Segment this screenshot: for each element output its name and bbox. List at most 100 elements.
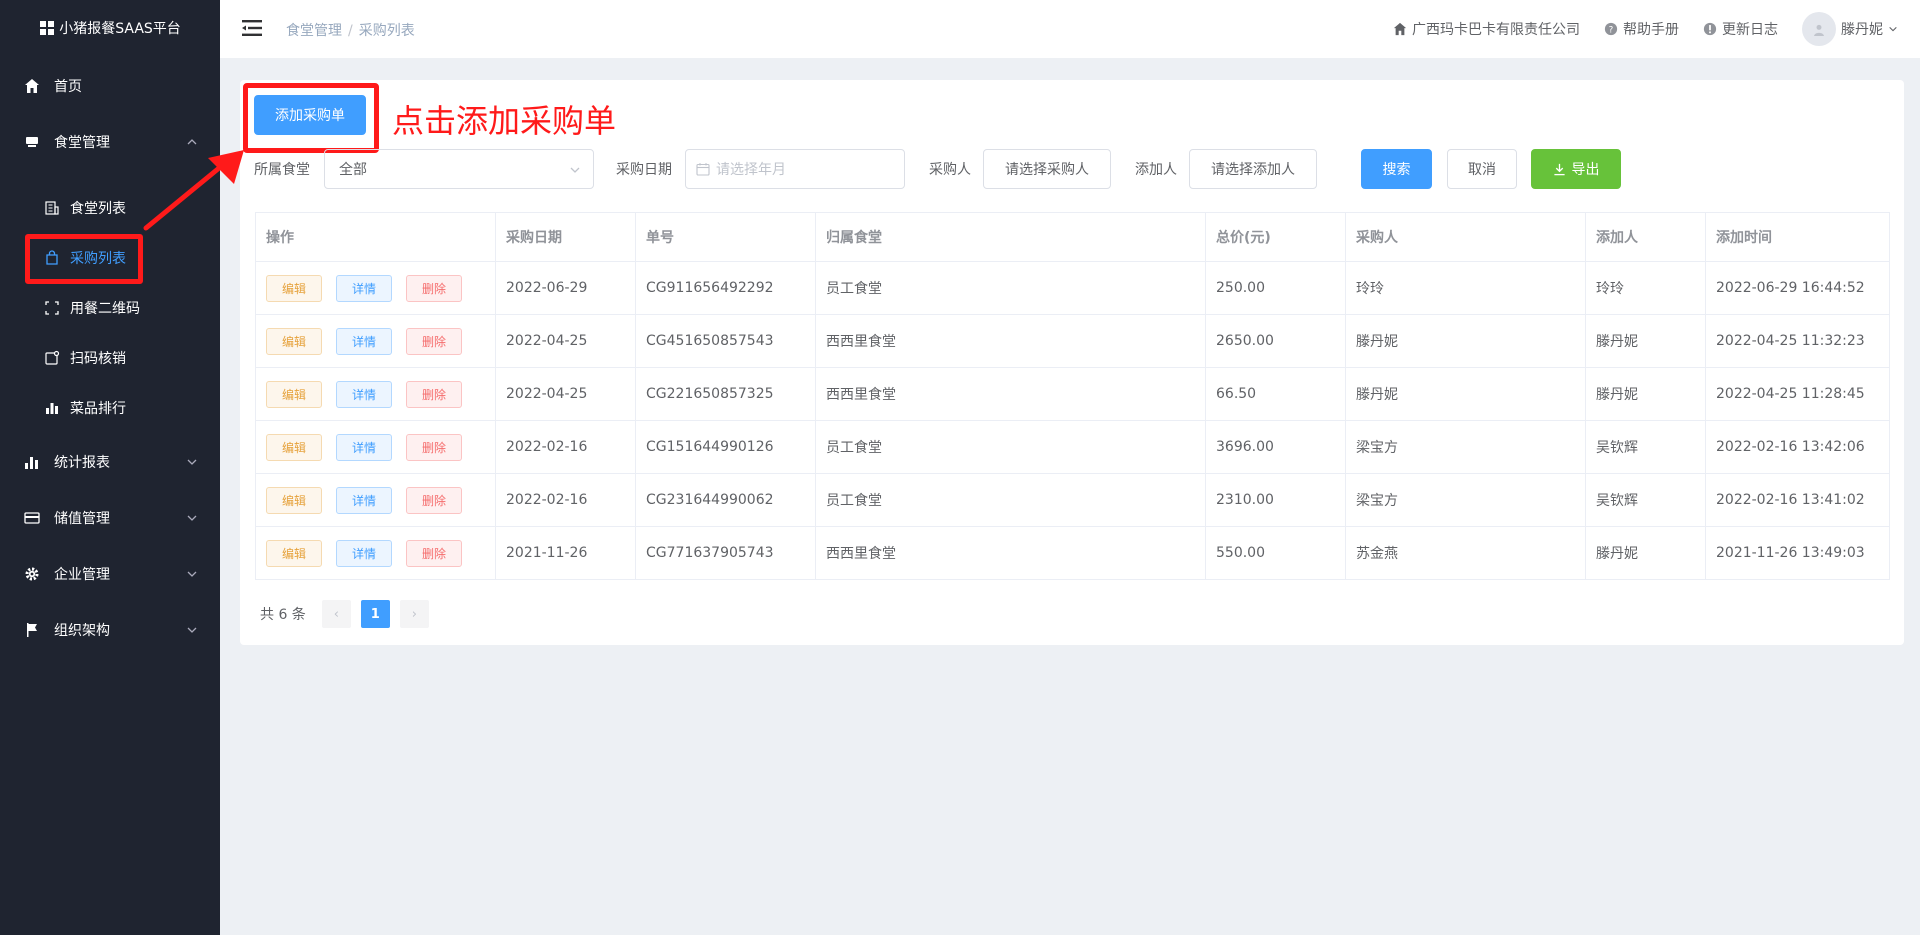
delete-button[interactable]: 删除 xyxy=(406,327,462,355)
card-icon xyxy=(24,510,40,526)
cell-canteen: 西西里食堂 xyxy=(815,526,1206,580)
chevron-down-icon xyxy=(187,459,197,465)
sidebar-item-canteen-management[interactable]: 食堂管理 xyxy=(0,114,220,170)
delete-button[interactable]: 删除 xyxy=(406,380,462,408)
canteen-select[interactable]: 全部 xyxy=(324,149,594,189)
cell-order-no: CG231644990062 xyxy=(635,473,816,527)
help-manual-link[interactable]: ? 帮助手册 xyxy=(1604,19,1679,39)
select-adder-button[interactable]: 请选择添加人 xyxy=(1189,149,1317,189)
cell-canteen: 员工食堂 xyxy=(815,261,1206,315)
detail-button[interactable]: 详情 xyxy=(336,539,392,567)
purchase-month-picker[interactable]: 请选择年月 xyxy=(685,149,905,189)
chevron-down-icon xyxy=(570,167,580,173)
export-button[interactable]: 导出 xyxy=(1531,149,1621,189)
chevron-down-icon xyxy=(187,571,197,577)
cell-order-no: CG771637905743 xyxy=(635,526,816,580)
sidebar-item-home[interactable]: 首页 xyxy=(0,58,220,114)
cell-canteen: 员工食堂 xyxy=(815,473,1206,527)
column-header: 总价(元) xyxy=(1205,212,1346,262)
cell-adder: 滕丹妮 xyxy=(1585,314,1706,368)
sidebar: 小猪报餐SAAS平台 首页 食堂管理 食堂列表 采购列表 用餐二维码 扫码核销 … xyxy=(0,0,220,935)
sidebar-item-meal-qrcode[interactable]: 用餐二维码 xyxy=(0,283,220,333)
sidebar-item-enterprise[interactable]: 企业管理 xyxy=(0,546,220,602)
edit-button[interactable]: 编辑 xyxy=(266,486,322,514)
breadcrumb-item-current: 采购列表 xyxy=(358,23,415,39)
header-actions: 广西玛卡巴卡有限责任公司 ? 帮助手册 更新日志 滕丹妮 xyxy=(1393,0,1898,58)
edit-button[interactable]: 编辑 xyxy=(266,539,322,567)
sidebar-item-scan-verify[interactable]: 扫码核销 xyxy=(0,333,220,383)
export-label: 导出 xyxy=(1571,162,1600,178)
company-switcher[interactable]: 广西玛卡巴卡有限责任公司 xyxy=(1393,19,1580,39)
purchase-month-placeholder: 请选择年月 xyxy=(716,162,786,178)
cell-added-time: 2022-04-25 11:32:23 xyxy=(1705,314,1890,368)
prev-page-button[interactable]: ‹ xyxy=(321,600,351,628)
edit-button[interactable]: 编辑 xyxy=(266,380,322,408)
info-circle-icon xyxy=(1703,22,1717,36)
table-header-row: 操作 采购日期 单号 归属食堂 总价(元) 采购人 添加人 添加时间 xyxy=(255,212,1890,262)
cell-adder: 吴钦辉 xyxy=(1585,473,1706,527)
detail-button[interactable]: 详情 xyxy=(336,327,392,355)
detail-button[interactable]: 详情 xyxy=(336,274,392,302)
grid-logo-icon xyxy=(40,21,55,35)
edit-button[interactable]: 编辑 xyxy=(266,433,322,461)
canteen-icon xyxy=(24,134,40,150)
cell-date: 2022-06-29 xyxy=(495,261,636,315)
sidebar-item-organization[interactable]: 组织架构 xyxy=(0,602,220,658)
chevron-up-icon xyxy=(187,139,197,145)
column-header: 采购日期 xyxy=(495,212,636,262)
cell-total: 550.00 xyxy=(1205,526,1346,580)
action-cell: 编辑 详情 删除 xyxy=(255,261,496,315)
top-header: 食堂管理 / 采购列表 广西玛卡巴卡有限责任公司 ? 帮助手册 更新日志 滕丹妮 xyxy=(220,0,1920,58)
search-button[interactable]: 搜索 xyxy=(1361,149,1432,189)
user-menu[interactable]: 滕丹妮 xyxy=(1802,12,1898,46)
question-circle-icon: ? xyxy=(1604,22,1618,36)
cancel-button[interactable]: 取消 xyxy=(1447,149,1517,189)
bar-chart-icon xyxy=(44,400,60,416)
stats-icon xyxy=(24,454,40,470)
cell-buyer: 玲玲 xyxy=(1345,261,1586,315)
highlight-box-add-button xyxy=(243,83,379,153)
chevron-down-icon xyxy=(187,627,197,633)
delete-button[interactable]: 删除 xyxy=(406,486,462,514)
detail-button[interactable]: 详情 xyxy=(336,433,392,461)
detail-button[interactable]: 详情 xyxy=(336,380,392,408)
sidebar-item-canteen-list[interactable]: 食堂列表 xyxy=(0,183,220,233)
next-page-button[interactable]: › xyxy=(399,600,429,628)
main-card: 添加采购单 点击添加采购单 所属食堂 全部 采购日期 请选择年月 采购人 请选择… xyxy=(240,80,1904,645)
cell-date: 2022-04-25 xyxy=(495,367,636,421)
select-buyer-button[interactable]: 请选择采购人 xyxy=(983,149,1111,189)
app-logo[interactable]: 小猪报餐SAAS平台 xyxy=(0,0,220,56)
hamburger-menu-icon[interactable] xyxy=(242,19,262,37)
sidebar-item-label: 扫码核销 xyxy=(70,351,126,367)
pagination-total: 共 6 条 xyxy=(260,607,306,623)
sidebar-item-stored-value[interactable]: 储值管理 xyxy=(0,490,220,546)
sidebar-item-label: 储值管理 xyxy=(54,511,110,527)
calendar-icon xyxy=(696,163,710,176)
table-row: 编辑 详情 删除 2022-02-16 CG231644990062 员工食堂 … xyxy=(255,473,1890,527)
annotation-text: 点击添加采购单 xyxy=(392,102,617,140)
breadcrumb-item[interactable]: 食堂管理 xyxy=(286,23,342,39)
cell-adder: 滕丹妮 xyxy=(1585,367,1706,421)
delete-button[interactable]: 删除 xyxy=(406,274,462,302)
sidebar-item-statistics[interactable]: 统计报表 xyxy=(0,434,220,490)
detail-button[interactable]: 详情 xyxy=(336,486,392,514)
table-row: 编辑 详情 删除 2021-11-26 CG771637905743 西西里食堂… xyxy=(255,526,1890,580)
canteen-select-value: 全部 xyxy=(339,162,367,178)
sidebar-item-label: 用餐二维码 xyxy=(70,301,140,317)
changelog-link[interactable]: 更新日志 xyxy=(1703,19,1778,39)
cell-added-time: 2022-02-16 13:42:06 xyxy=(1705,420,1890,474)
sidebar-item-label: 统计报表 xyxy=(54,455,110,471)
edit-button[interactable]: 编辑 xyxy=(266,327,322,355)
page-number-button[interactable]: 1 xyxy=(360,600,390,628)
sidebar-item-label: 组织架构 xyxy=(54,623,110,639)
delete-button[interactable]: 删除 xyxy=(406,539,462,567)
column-header: 操作 xyxy=(255,212,496,262)
edit-button[interactable]: 编辑 xyxy=(266,274,322,302)
cell-buyer: 苏金燕 xyxy=(1345,526,1586,580)
cell-total: 2650.00 xyxy=(1205,314,1346,368)
delete-button[interactable]: 删除 xyxy=(406,433,462,461)
table-row: 编辑 详情 删除 2022-04-25 CG221650857325 西西里食堂… xyxy=(255,367,1890,421)
purchase-table: 操作 采购日期 单号 归属食堂 总价(元) 采购人 添加人 添加时间 编辑 详情… xyxy=(255,212,1890,580)
sidebar-item-dish-ranking[interactable]: 菜品排行 xyxy=(0,383,220,433)
cell-buyer: 滕丹妮 xyxy=(1345,314,1586,368)
